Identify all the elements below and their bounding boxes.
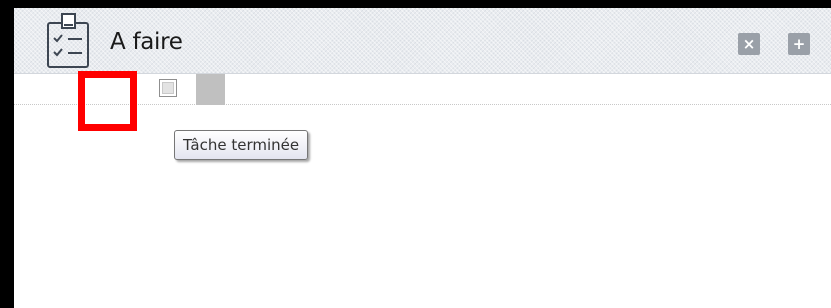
panel-title: A faire [110, 29, 183, 55]
clipboard-checklist-icon [47, 13, 89, 68]
close-button[interactable]: × [738, 33, 760, 55]
plus-icon: + [792, 34, 806, 53]
task-complete-tooltip: Tâche terminée [174, 130, 309, 160]
panel-header: A faire × + [14, 8, 831, 74]
todo-panel: A faire × + Tâche terminée [14, 8, 831, 308]
task-drag-handle[interactable] [196, 74, 225, 105]
task-complete-checkbox[interactable] [159, 79, 177, 97]
add-button[interactable]: + [788, 33, 810, 55]
highlight-annotation [78, 71, 137, 131]
close-icon: × [742, 34, 756, 53]
